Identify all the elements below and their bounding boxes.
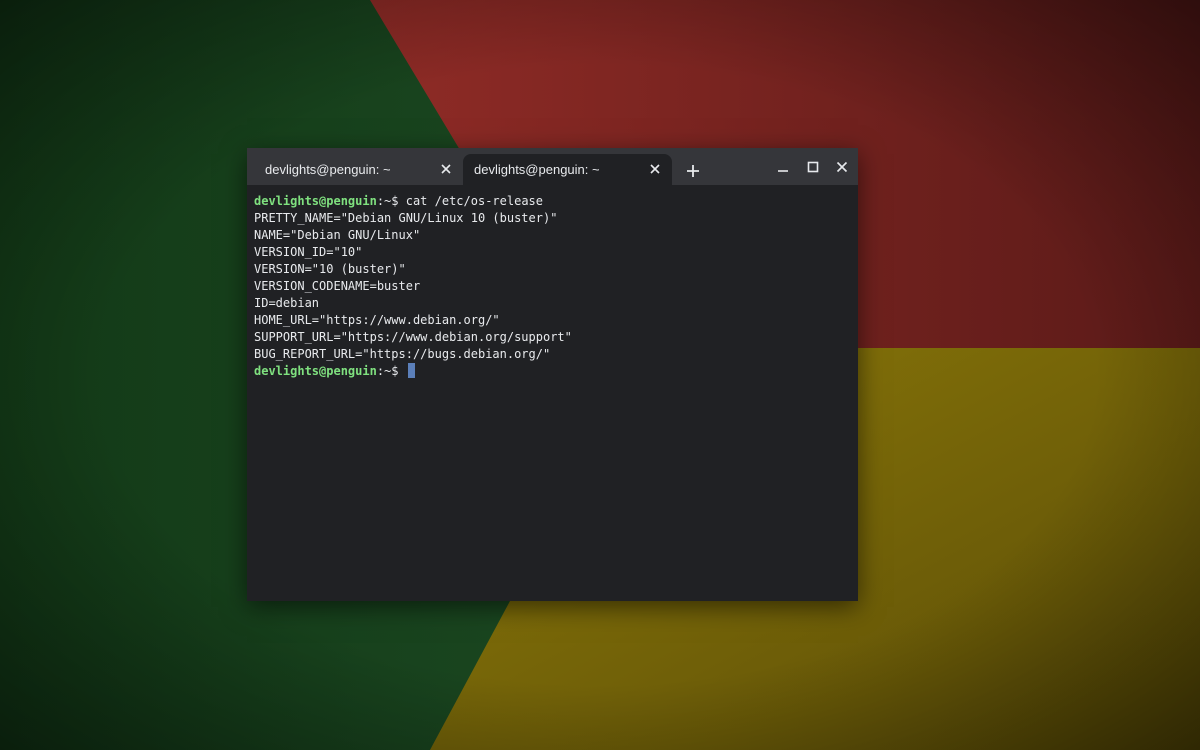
output-line: NAME="Debian GNU/Linux" [254, 228, 421, 242]
prompt-suffix: :~$ [376, 364, 406, 378]
tab-strip: devlights@penguin: ~ devlights@penguin: … [247, 148, 858, 185]
output-line: HOME_URL="https://www.debian.org/" [254, 313, 500, 327]
terminal-window: devlights@penguin: ~ devlights@penguin: … [247, 148, 858, 601]
prompt-user: devlights@penguin [254, 364, 377, 378]
tab-title: devlights@penguin: ~ [474, 162, 600, 177]
output-line: SUPPORT_URL="https://www.debian.org/supp… [254, 330, 572, 344]
text-cursor [407, 363, 415, 378]
output-line: BUG_REPORT_URL="https://bugs.debian.org/… [254, 347, 551, 361]
output-line: VERSION="10 (buster)" [254, 262, 406, 276]
command-text: cat /etc/os-release [405, 194, 544, 208]
output-line: VERSION_CODENAME=buster [254, 279, 421, 293]
terminal-output[interactable]: devlights@penguin:~$ cat /etc/os-release… [254, 193, 854, 593]
prompt-user: devlights@penguin [254, 194, 377, 208]
output-line: PRETTY_NAME="Debian GNU/Linux 10 (buster… [254, 211, 558, 225]
plus-icon[interactable] [683, 161, 703, 181]
close-icon[interactable] [832, 157, 852, 177]
tab-title: devlights@penguin: ~ [265, 162, 391, 177]
close-icon[interactable] [646, 160, 664, 178]
output-line: ID=debian [254, 296, 320, 310]
prompt-line[interactable]: devlights@penguin:~$ [254, 363, 854, 380]
minimize-icon[interactable] [773, 157, 793, 177]
close-icon[interactable] [437, 160, 455, 178]
maximize-icon[interactable] [803, 157, 823, 177]
tab-inactive[interactable]: devlights@penguin: ~ [247, 154, 463, 185]
prompt-suffix: :~$ [376, 194, 406, 208]
tab-active[interactable]: devlights@penguin: ~ [463, 154, 672, 185]
output-line: VERSION_ID="10" [254, 245, 363, 259]
command-line: devlights@penguin:~$ cat /etc/os-release [254, 193, 854, 210]
